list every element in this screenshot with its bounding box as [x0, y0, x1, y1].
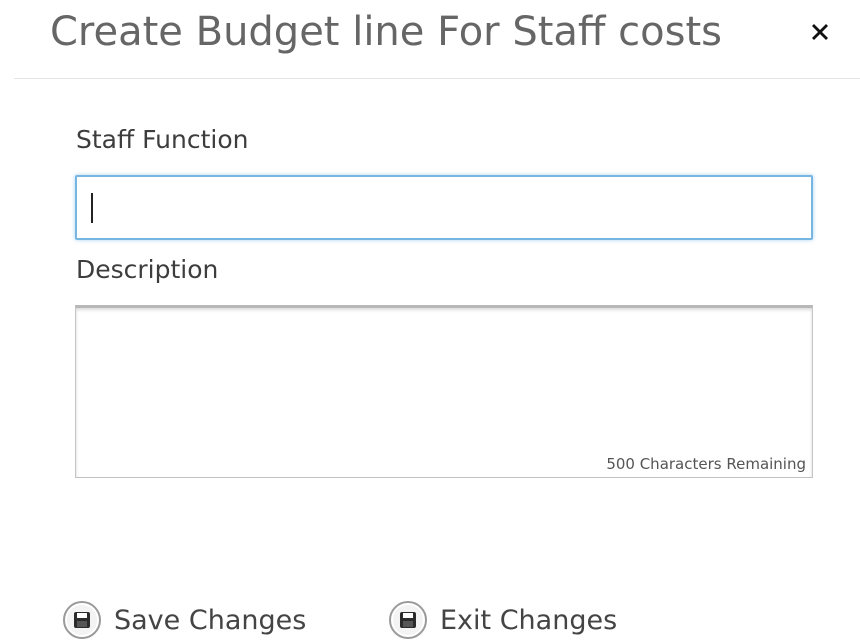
description-label: Description — [76, 255, 219, 284]
close-icon — [812, 24, 828, 40]
dialog-header: Create Budget line For Staff costs — [0, 0, 860, 78]
dialog-title: Create Budget line For Staff costs — [50, 9, 723, 55]
staff-function-label: Staff Function — [76, 125, 249, 154]
save-changes-button[interactable]: Save Changes — [62, 598, 306, 642]
header-divider — [14, 78, 860, 79]
floppy-disk-icon — [62, 600, 102, 640]
save-changes-label: Save Changes — [114, 604, 307, 636]
exit-changes-label: Exit Changes — [440, 604, 618, 636]
floppy-disk-icon — [388, 600, 428, 640]
description-textarea[interactable]: 500 Characters Remaining — [75, 305, 813, 478]
characters-remaining-counter: 500 Characters Remaining — [606, 455, 806, 473]
exit-changes-button[interactable]: Exit Changes — [388, 598, 617, 642]
staff-function-input[interactable] — [75, 175, 813, 240]
text-caret — [91, 193, 93, 223]
create-budget-line-dialog: Create Budget line For Staff costs Staff… — [0, 0, 860, 639]
close-button[interactable] — [800, 12, 840, 52]
